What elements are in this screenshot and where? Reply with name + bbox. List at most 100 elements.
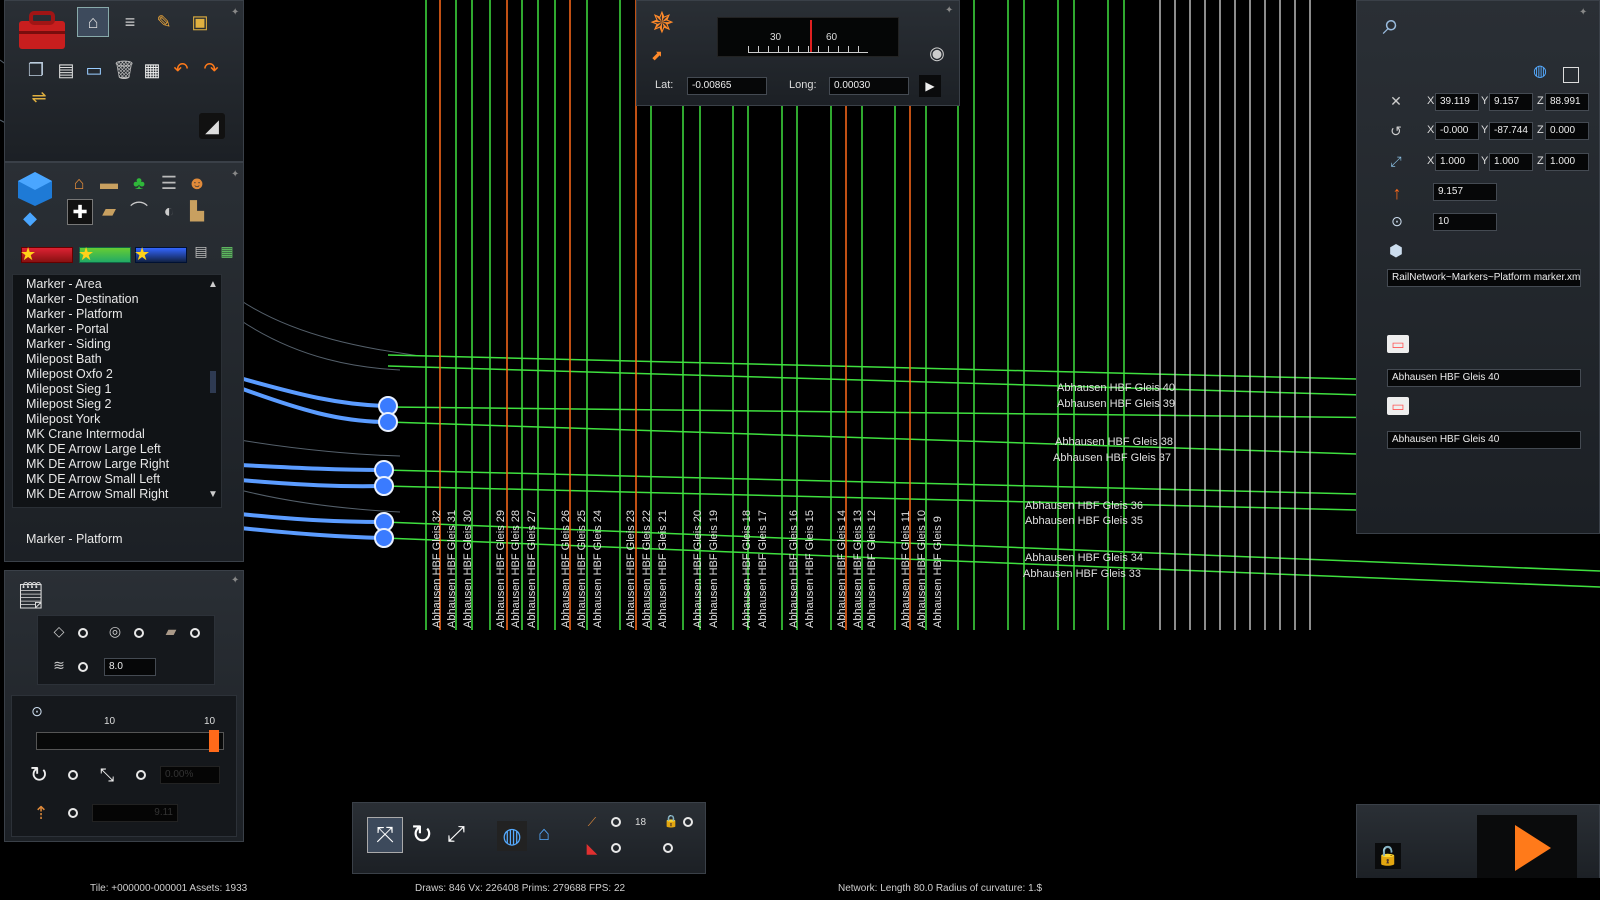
globe-icon[interactable]: ◍ bbox=[1529, 61, 1551, 83]
snap-track-radio[interactable] bbox=[190, 628, 200, 638]
checkbox[interactable] bbox=[1563, 67, 1579, 83]
snap-value-field[interactable]: 8.0 bbox=[104, 658, 156, 676]
platform-icon[interactable]: ▰ bbox=[97, 199, 121, 223]
expand-icon[interactable]: ⤢ bbox=[441, 819, 471, 849]
list-item[interactable]: MK DE Arrow Small Right bbox=[26, 487, 168, 501]
asset-path-field[interactable]: RailNetwork~Markers~Platform marker.xml bbox=[1387, 269, 1581, 287]
pin-icon[interactable]: ✦ bbox=[1579, 7, 1589, 18]
filter-red[interactable]: ★ bbox=[20, 244, 73, 264]
paste-icon[interactable]: ▤ bbox=[55, 59, 77, 81]
list-item[interactable]: MK DE Arrow Small Left bbox=[26, 472, 160, 486]
platform-name-field-1[interactable]: Abhausen HBF Gleis 40 bbox=[1387, 369, 1581, 387]
scl-y-field[interactable]: 1.000 bbox=[1489, 153, 1533, 171]
building-icon[interactable]: ⌂ bbox=[67, 171, 91, 195]
asset-list[interactable]: Marker - Area Marker - Destination Marke… bbox=[12, 274, 222, 508]
small-cube-icon[interactable]: ◆ bbox=[19, 207, 41, 229]
tree-icon[interactable]: ♣ bbox=[127, 171, 151, 195]
snap-circle-radio[interactable] bbox=[134, 628, 144, 638]
scl-z-field[interactable]: 1.000 bbox=[1545, 153, 1589, 171]
list-item[interactable]: Milepost Bath bbox=[26, 352, 102, 366]
track-icon[interactable]: ≡ bbox=[117, 9, 143, 35]
filter-blue[interactable]: ★ bbox=[134, 244, 187, 264]
measure-icon[interactable]: ⇌ bbox=[27, 87, 51, 107]
slider-thumb[interactable] bbox=[209, 730, 219, 752]
size-slider[interactable] bbox=[36, 730, 224, 752]
lock-radio[interactable] bbox=[683, 817, 693, 827]
scroll-thumb[interactable] bbox=[210, 371, 216, 393]
camera-icon[interactable]: ▦ bbox=[141, 59, 163, 81]
list-item[interactable]: Marker - Siding bbox=[26, 337, 111, 351]
list-item[interactable]: Marker - Area bbox=[26, 277, 102, 291]
resize-radio[interactable] bbox=[136, 770, 146, 780]
angle-field[interactable]: 0.00% bbox=[160, 766, 220, 784]
toolbox-icon[interactable] bbox=[13, 7, 71, 53]
map-icon[interactable]: ⬈ bbox=[647, 45, 667, 65]
home-icon[interactable]: ⌂ bbox=[77, 7, 109, 37]
height-value-field[interactable]: 9.157 bbox=[1433, 183, 1497, 201]
list-view-icon[interactable]: ▤ bbox=[191, 241, 211, 261]
rotate-radio[interactable] bbox=[68, 770, 78, 780]
paint-brush-icon[interactable]: ✎ bbox=[151, 9, 177, 35]
pos-y-field[interactable]: 9.157 bbox=[1489, 93, 1533, 111]
lock-radio-2[interactable] bbox=[663, 843, 673, 853]
bridge-icon[interactable]: ⌒ bbox=[127, 199, 151, 223]
rot-z-field[interactable]: 0.000 bbox=[1545, 122, 1589, 140]
home-view-icon[interactable]: ⌂ bbox=[531, 821, 557, 847]
compass-scale[interactable]: 30 60 bbox=[717, 17, 899, 57]
long-field[interactable]: 0.00030 bbox=[829, 77, 909, 95]
path-radio[interactable] bbox=[611, 817, 621, 827]
list-item[interactable]: Marker - Platform bbox=[26, 307, 123, 321]
pin-icon[interactable]: ✦ bbox=[231, 575, 241, 586]
count-field[interactable]: 10 bbox=[1433, 213, 1497, 231]
platform-name-field-2[interactable]: Abhausen HBF Gleis 40 bbox=[1387, 431, 1581, 449]
height-field[interactable]: 9.11 bbox=[92, 804, 178, 822]
pin-icon[interactable]: ✦ bbox=[945, 5, 955, 16]
play-button[interactable] bbox=[1477, 815, 1577, 879]
rot-y-field[interactable]: -87.744 bbox=[1489, 122, 1533, 140]
camera-tool-icon[interactable]: ◢ bbox=[199, 113, 225, 139]
monitor-icon[interactable]: ▭ bbox=[83, 59, 105, 81]
filter-green[interactable]: ★ bbox=[78, 244, 131, 264]
marker-icon[interactable]: ✚ bbox=[67, 199, 93, 225]
scroll-up-icon[interactable]: ▲ bbox=[208, 279, 218, 290]
list-item[interactable]: Milepost Sieg 1 bbox=[26, 382, 111, 396]
pos-x-field[interactable]: 39.119 bbox=[1435, 93, 1479, 111]
pin-icon[interactable]: ✦ bbox=[231, 169, 241, 180]
sound-icon[interactable]: ◐ bbox=[157, 199, 181, 223]
list-item[interactable]: MK DE Arrow Large Right bbox=[26, 457, 169, 471]
snap-grid-radio[interactable] bbox=[78, 662, 88, 672]
play-small-icon[interactable]: ▶ bbox=[919, 75, 941, 97]
undo-icon[interactable]: ↶ bbox=[169, 57, 193, 81]
road-icon[interactable]: ☰ bbox=[157, 171, 181, 195]
trash-icon[interactable]: 🗑 bbox=[113, 59, 136, 81]
person-icon[interactable]: ☻ bbox=[185, 171, 209, 195]
rot-x-field[interactable]: -0.000 bbox=[1435, 122, 1479, 140]
list-item[interactable]: MK Crane Intermodal bbox=[26, 427, 145, 441]
grid-view-icon[interactable]: ▦ bbox=[217, 241, 237, 261]
list-item[interactable]: Marker - Destination bbox=[26, 292, 139, 306]
unlock-icon[interactable]: 🔓 bbox=[1375, 843, 1401, 869]
notes-icon[interactable]: 🗒 bbox=[13, 577, 49, 613]
cube-icon[interactable] bbox=[15, 169, 55, 209]
signal-radio[interactable] bbox=[611, 843, 621, 853]
search-icon[interactable]: ⌕ bbox=[1371, 5, 1411, 45]
wagon-icon[interactable]: ▙ bbox=[185, 199, 209, 223]
train-icon[interactable]: ▣ bbox=[187, 9, 213, 35]
copy-icon[interactable]: ❐ bbox=[25, 59, 47, 81]
list-item[interactable]: Milepost Sieg 2 bbox=[26, 397, 111, 411]
track-asset-icon[interactable]: ▬ bbox=[97, 171, 121, 195]
height-radio[interactable] bbox=[68, 808, 78, 818]
list-item[interactable]: MK DE Arrow Large Left bbox=[26, 442, 161, 456]
list-item[interactable]: Milepost Oxfo 2 bbox=[26, 367, 113, 381]
camera-lens-icon[interactable]: ◉ bbox=[925, 41, 949, 65]
list-scrollbar[interactable]: ▲ ▼ bbox=[207, 279, 219, 501]
list-item[interactable]: Milepost York bbox=[26, 412, 100, 426]
snap-plane-radio[interactable] bbox=[78, 628, 88, 638]
refresh-icon[interactable]: ↻ bbox=[407, 819, 437, 849]
pin-icon[interactable]: ✦ bbox=[231, 7, 241, 18]
scl-x-field[interactable]: 1.000 bbox=[1435, 153, 1479, 171]
globe-view-icon[interactable]: ◍ bbox=[497, 821, 527, 851]
scroll-down-icon[interactable]: ▼ bbox=[208, 489, 218, 500]
fit-view-icon[interactable]: ⤧ bbox=[367, 817, 403, 853]
lat-field[interactable]: -0.00865 bbox=[687, 77, 767, 95]
